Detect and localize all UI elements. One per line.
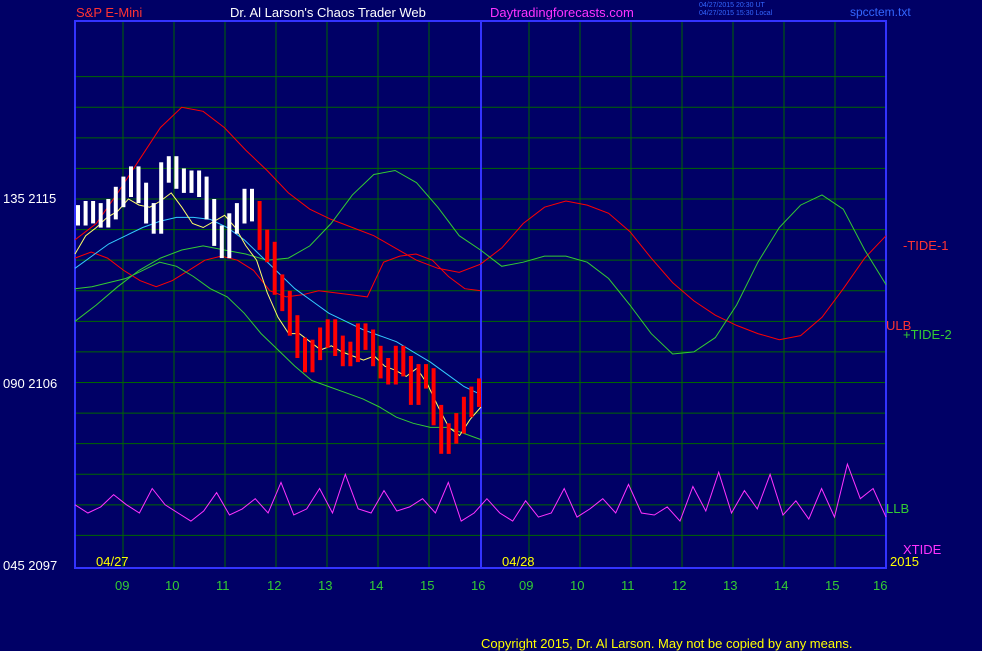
- plot-frame: [74, 20, 887, 569]
- price-bar: [355, 323, 360, 363]
- price-bar: [303, 337, 307, 373]
- price-bar: [113, 186, 118, 220]
- timestamp-local: 04/27/2015 15:30 Local: [699, 10, 773, 17]
- price-bar: [121, 176, 126, 208]
- price-bar: [166, 156, 171, 183]
- price-bar: [477, 378, 481, 407]
- price-bar: [98, 203, 103, 228]
- price-bar: [174, 156, 179, 189]
- price-bar: [401, 345, 406, 377]
- site-link[interactable]: Daytradingforecasts.com: [490, 5, 634, 20]
- y-tick-label: 090 2106: [3, 376, 58, 391]
- symbol-label: S&P E-Mini: [76, 5, 143, 20]
- price-bar: [393, 345, 398, 385]
- price-bar: [129, 166, 133, 197]
- price-bar: [242, 188, 247, 224]
- x-tick-label: 14: [774, 578, 789, 593]
- price-bars: [76, 156, 481, 454]
- price-bar: [234, 203, 239, 234]
- price-bar: [408, 356, 413, 405]
- price-bar: [348, 341, 353, 367]
- price-bar: [189, 170, 194, 193]
- price-bar: [144, 182, 149, 224]
- price-bar: [204, 176, 209, 220]
- series-label-xtide: XTIDE: [903, 542, 942, 557]
- price-bar: [227, 213, 232, 259]
- x-tick-label: 15: [420, 578, 435, 593]
- price-bar: [91, 201, 96, 224]
- price-bar: [159, 162, 164, 234]
- x-tick-label: 10: [570, 578, 585, 593]
- x-tick-label: 09: [115, 578, 130, 593]
- price-bar: [181, 168, 186, 193]
- x-tick-label: 10: [165, 578, 180, 593]
- x-tick-label: 15: [825, 578, 840, 593]
- series-label-tide2: +TIDE-2: [903, 327, 952, 342]
- x-tick-label: 11: [621, 578, 635, 593]
- price-bar: [250, 188, 254, 222]
- x-tick-label: 12: [267, 578, 282, 593]
- y-tick-label: 045 2097: [3, 558, 58, 573]
- price-bar: [431, 368, 436, 426]
- price-bar: [446, 423, 451, 454]
- y-tick-label: 135 2115: [3, 191, 57, 206]
- price-bar: [333, 319, 338, 356]
- price-bar: [371, 329, 376, 367]
- price-bar: [340, 335, 345, 367]
- price-bar: [454, 413, 459, 444]
- price-bar: [219, 225, 224, 259]
- x-tick-label: 13: [318, 578, 333, 593]
- price-bar: [295, 315, 300, 358]
- price-bar: [416, 364, 421, 405]
- chart-canvas: [74, 20, 887, 569]
- chart-title: Dr. Al Larson's Chaos Trader Web: [230, 5, 426, 20]
- x-tick-label: 11: [216, 578, 230, 593]
- x-tick-label: 16: [873, 578, 888, 593]
- series-label-llb: LLB: [886, 501, 910, 516]
- price-bar: [151, 203, 156, 234]
- price-bar: [363, 323, 368, 350]
- price-bar: [318, 327, 323, 361]
- price-bar: [272, 241, 277, 295]
- price-bar: [265, 229, 270, 263]
- price-bar: [386, 358, 391, 385]
- price-bar: [76, 205, 80, 226]
- price-bar: [197, 170, 202, 197]
- date-label: 04/28: [502, 554, 535, 569]
- price-bar: [439, 404, 444, 454]
- price-bar: [325, 319, 330, 348]
- price-bar: [280, 274, 285, 312]
- series-label-tide1: -TIDE-1: [903, 238, 949, 253]
- price-bar: [212, 199, 217, 246]
- price-bar: [424, 364, 428, 389]
- file-name: spcctem.txt: [850, 5, 911, 19]
- price-bar: [287, 290, 292, 336]
- price-bar: [257, 201, 262, 250]
- price-bar: [106, 199, 111, 228]
- price-bar: [461, 396, 466, 434]
- x-tick-label: 16: [471, 578, 486, 593]
- price-bar: [310, 339, 315, 373]
- price-bar: [469, 386, 474, 418]
- x-tick-label: 12: [672, 578, 687, 593]
- x-tick-label: 13: [723, 578, 738, 593]
- x-tick-label: 09: [519, 578, 534, 593]
- copyright-notice: Copyright 2015, Dr. Al Larson. May not b…: [481, 636, 853, 651]
- price-bar: [136, 166, 141, 204]
- date-label: 04/27: [96, 554, 129, 569]
- price-bar: [378, 345, 383, 379]
- price-bar: [83, 201, 88, 226]
- timestamp-ut: 04/27/2015 20:30 UT: [699, 2, 765, 9]
- x-tick-label: 14: [369, 578, 384, 593]
